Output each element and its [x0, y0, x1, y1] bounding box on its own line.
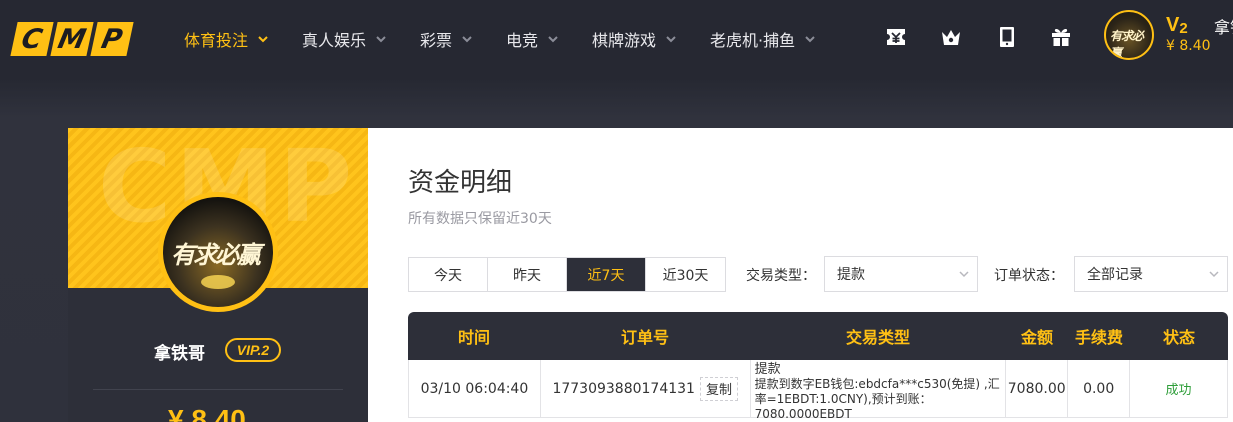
type-title: 提款 — [754, 362, 781, 377]
divider — [93, 389, 343, 390]
gift-icon[interactable] — [1049, 25, 1073, 49]
nav-item-card-games[interactable]: 棋牌游戏 — [592, 28, 710, 50]
date-range-tabs: 今天 昨天 近7天 近30天 — [408, 257, 726, 292]
nav-item-lottery[interactable]: 彩票 — [420, 28, 506, 50]
nav-item-live-casino[interactable]: 真人娱乐 — [302, 28, 420, 50]
tab-last-7-days[interactable]: 近7天 — [567, 258, 646, 291]
page-title: 资金明细 — [408, 168, 513, 198]
fund-details-panel: 资金明细 所有数据只保留近30天 今天 昨天 近7天 近30天 交易类型： 提款… — [368, 128, 1233, 422]
nav-item-label: 老虎机·捕鱼 — [710, 31, 796, 50]
nav-item-label: 彩票 — [420, 31, 453, 50]
column-header-time: 时间 — [457, 328, 490, 347]
table-row: 03/10 06:04:40 1773093880174131 复制 提款 提款… — [408, 360, 1228, 421]
header-username[interactable]: 拿铁哥 — [1214, 14, 1233, 38]
crown-icon[interactable] — [939, 25, 963, 49]
logo-letter-c: C — [10, 22, 54, 56]
type-detail: 提款到数字EB钱包:ebdcfa***c530(免提) ,汇率=1EBDT:1.… — [754, 377, 1000, 421]
cell-time: 03/10 06:04:40 — [409, 360, 541, 418]
chevron-down-icon — [662, 30, 680, 48]
cell-fee: 0.00 — [1068, 360, 1131, 418]
profile-balance: ¥ 8.40 — [168, 404, 246, 422]
profile-avatar[interactable]: 有求必赢 — [158, 192, 278, 312]
status-badge: 成功 — [1165, 383, 1192, 398]
column-header-order-no: 订单号 — [620, 328, 669, 347]
column-header-type: 交易类型 — [845, 328, 910, 347]
select-value: 提款 — [837, 267, 865, 283]
avatar-text: 有求必赢 — [171, 240, 261, 269]
column-header-fee: 手续费 — [1074, 328, 1123, 347]
cell-amount: 7080.00 — [1006, 360, 1069, 418]
chevron-down-icon — [254, 30, 272, 48]
order-status-label: 订单状态： — [994, 268, 1064, 284]
cell-type: 提款 提款到数字EB钱包:ebdcfa***c530(免提) ,汇率=1EBDT… — [750, 360, 1007, 421]
avatar-text: 有求必赢 — [1110, 29, 1144, 60]
cell-order-no: 1773093880174131 复制 — [540, 360, 751, 418]
header-balance: ¥ 8.40 — [1166, 38, 1211, 54]
vip-level: V2 — [1166, 14, 1188, 37]
transaction-type-label: 交易类型： — [746, 268, 816, 284]
cell-status: 成功 — [1130, 360, 1228, 418]
table-header: 时间 订单号 交易类型 金额 手续费 状态 — [408, 312, 1228, 360]
column-header-status: 状态 — [1162, 328, 1195, 347]
nav-item-sports[interactable]: 体育投注 — [184, 28, 302, 50]
chevron-down-icon — [458, 30, 476, 48]
chevron-down-icon — [372, 30, 390, 48]
nav-item-label: 真人娱乐 — [302, 31, 367, 50]
profile-card: CMP 有求必赢 拿铁哥 VIP.2 ¥ 8.40 — [68, 128, 368, 422]
nav-item-label: 棋牌游戏 — [592, 31, 657, 50]
order-status-select[interactable]: 全部记录 — [1074, 256, 1228, 292]
chevron-down-icon — [544, 30, 562, 48]
nav-item-esports[interactable]: 电竞 — [506, 28, 592, 50]
avatar[interactable]: 有求必赢 — [1104, 10, 1154, 60]
nav-item-slots-fishing[interactable]: 老虎机·捕鱼 — [710, 28, 850, 50]
tab-yesterday[interactable]: 昨天 — [488, 258, 567, 291]
mobile-icon[interactable] — [995, 25, 1019, 49]
chevron-down-icon — [801, 30, 819, 48]
profile-username: 拿铁哥 — [154, 344, 205, 364]
chevron-down-icon — [959, 271, 969, 278]
page-subtitle: 所有数据只保留近30天 — [408, 211, 552, 227]
copy-button[interactable]: 复制 — [699, 376, 738, 401]
nav-item-label: 电竞 — [506, 31, 539, 50]
vip-badge: VIP.2 — [225, 338, 281, 362]
order-number: 1773093880174131 — [552, 380, 695, 397]
nav-item-label: 体育投注 — [184, 31, 249, 50]
logo-letter-p: P — [90, 22, 134, 56]
main-nav: 体育投注 真人娱乐 彩票 电竞 棋牌游戏 老虎机·捕鱼 — [184, 28, 850, 50]
transaction-type-select[interactable]: 提款 — [824, 256, 978, 292]
logo-letter-m: M — [50, 22, 94, 56]
tab-today[interactable]: 今天 — [409, 258, 488, 291]
select-value: 全部记录 — [1087, 267, 1143, 283]
column-header-amount: 金额 — [1020, 328, 1053, 347]
cmp-logo[interactable]: C M P — [10, 22, 134, 56]
fund-details-table: 时间 订单号 交易类型 金额 手续费 状态 03/10 06:04:40 177… — [408, 312, 1228, 421]
chevron-down-icon — [1209, 271, 1219, 278]
ticket-icon[interactable] — [884, 25, 908, 49]
tab-last-30-days[interactable]: 近30天 — [646, 258, 725, 291]
